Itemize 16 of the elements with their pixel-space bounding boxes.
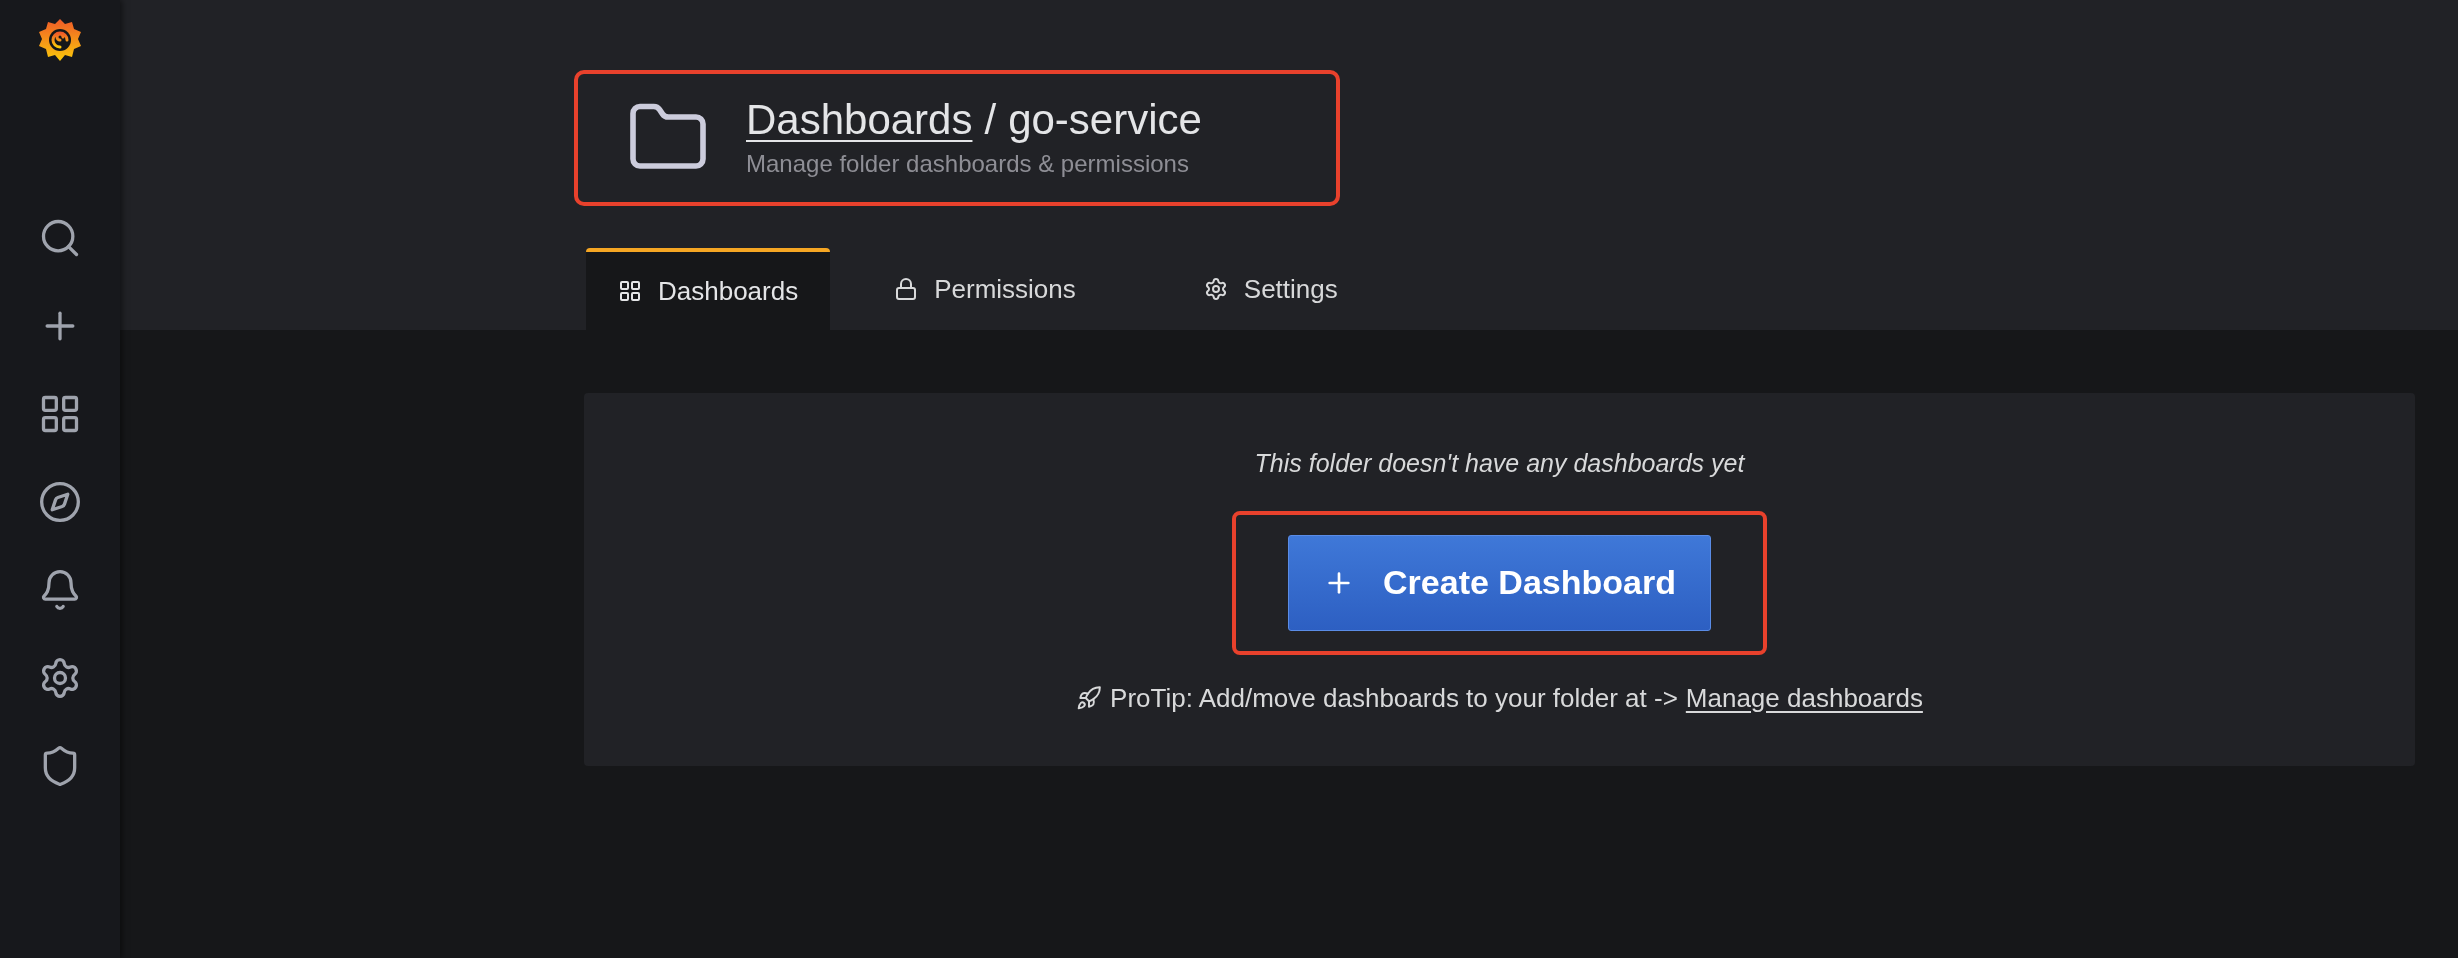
folder-title: go-service <box>1008 95 1202 145</box>
settings-icon <box>1203 277 1228 301</box>
lock-icon <box>894 277 919 301</box>
breadcrumb-separator: / <box>984 95 997 145</box>
create-dashboard-button[interactable]: Create Dashboard <box>1288 534 1711 631</box>
empty-message: This folder doesn't have any dashboards yet <box>1254 448 1745 479</box>
grid-icon <box>618 279 642 303</box>
compass-icon[interactable] <box>38 480 82 524</box>
tab[interactable]: Dashboards <box>586 248 831 330</box>
breadcrumb-link[interactable]: Dashboards <box>746 94 973 146</box>
manage-dashboards-link[interactable]: Manage dashboards <box>1685 678 1923 718</box>
page-subtitle: Manage folder dashboards & permissions <box>746 149 1190 179</box>
rocket-icon <box>1076 685 1103 711</box>
tab[interactable]: Permissions <box>830 248 1140 330</box>
tab[interactable]: Settings <box>1139 248 1402 330</box>
protip-text: ProTip: Add/move dashboards to your folder at -> <box>1110 681 1678 715</box>
